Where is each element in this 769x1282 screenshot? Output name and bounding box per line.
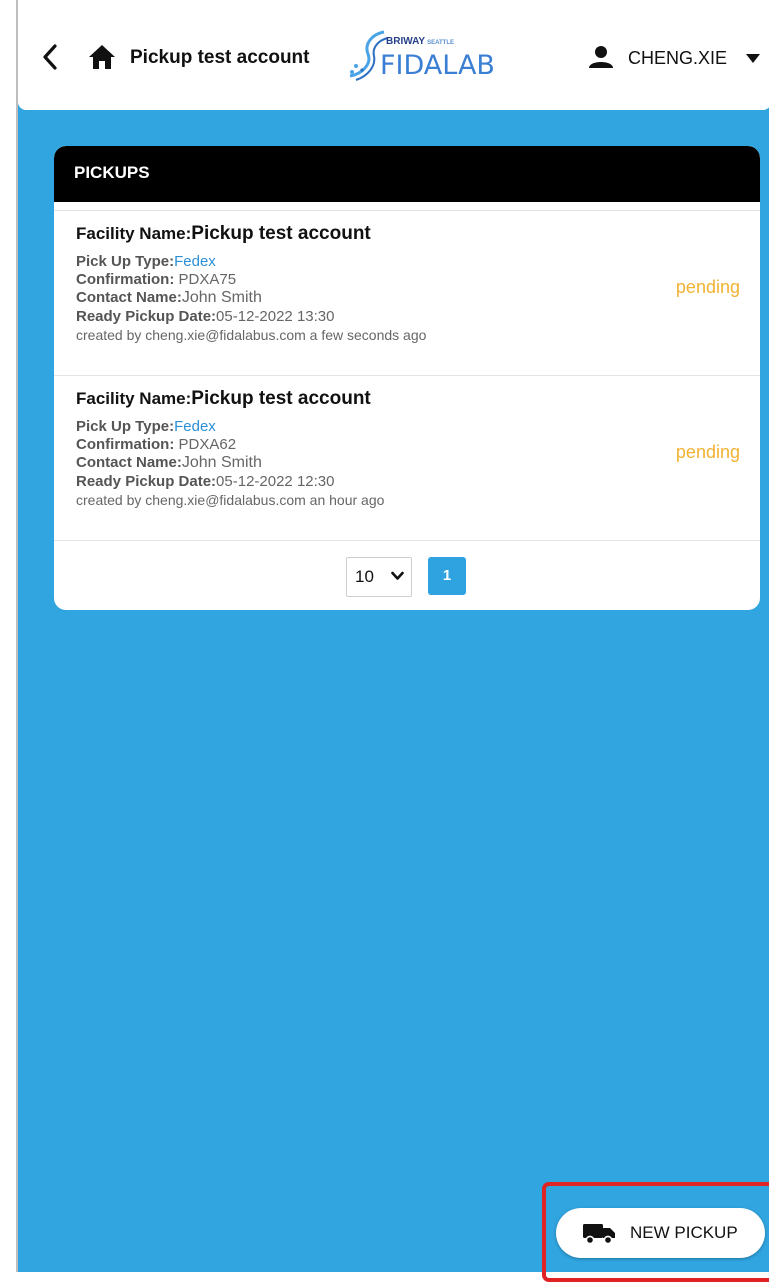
page-size-value: 10 (355, 567, 374, 586)
screen-frame: Pickup test account BRIWAY SEATTLE FIDALA… (0, 0, 769, 1282)
page-title: Pickup test account (130, 47, 310, 68)
app-screen: Pickup test account BRIWAY SEATTLE FIDALA… (16, 0, 769, 1272)
facility-name: Facility Name:Pickup test account (76, 223, 371, 244)
status-badge: pending (675, 442, 740, 462)
page-size-select[interactable]: 10 (346, 557, 412, 597)
back-arrow-icon[interactable] (40, 42, 60, 72)
fidalab-logo: BRIWAY SEATTLE FIDALAB (342, 26, 495, 84)
confirmation: Confirmation: PDXA62 (76, 436, 237, 453)
user-menu[interactable]: CHENG.XIE (588, 42, 763, 72)
page-button-current[interactable]: 1 (428, 557, 466, 595)
caret-down-icon (746, 54, 760, 63)
pickup-type: Pick Up Type:Fedex (76, 418, 216, 435)
logo-top-text: BRIWAY SEATTLE (386, 36, 454, 47)
new-pickup-label: NEW PICKUP (630, 1223, 738, 1242)
pagination: 10 1 (54, 540, 760, 610)
truck-icon (583, 1224, 615, 1245)
contact-name: Contact Name:John Smith (76, 454, 262, 471)
contact-name: Contact Name:John Smith (76, 289, 262, 306)
chevron-down-icon (391, 571, 404, 580)
app-header: Pickup test account BRIWAY SEATTLE FIDALA… (18, 0, 769, 110)
user-name: CHENG.XIE (628, 48, 728, 68)
logo-main-text: FIDALAB (380, 50, 495, 81)
confirmation: Confirmation: PDXA75 (76, 271, 237, 288)
pickup-list-item[interactable]: Facility Name:Pickup test account Pick U… (54, 210, 760, 373)
user-icon (589, 46, 613, 68)
home-icon[interactable] (88, 44, 116, 70)
created-by: created by cheng.xie@fidalabus.com an ho… (76, 492, 385, 508)
pickups-card: PICKUPS Facility Name:Pickup test accoun… (54, 146, 760, 610)
pickup-type: Pick Up Type:Fedex (76, 253, 216, 270)
facility-name: Facility Name:Pickup test account (76, 388, 371, 409)
pickups-card-title: PICKUPS (54, 146, 760, 202)
created-by: created by cheng.xie@fidalabus.com a few… (76, 327, 427, 343)
ready-pickup-date: Ready Pickup Date:05-12-2022 13:30 (76, 308, 335, 325)
pickup-list-item[interactable]: Facility Name:Pickup test account Pick U… (54, 375, 760, 538)
new-pickup-button[interactable]: NEW PICKUP (556, 1208, 765, 1258)
status-badge: pending (675, 277, 740, 297)
ready-pickup-date: Ready Pickup Date:05-12-2022 12:30 (76, 473, 335, 490)
